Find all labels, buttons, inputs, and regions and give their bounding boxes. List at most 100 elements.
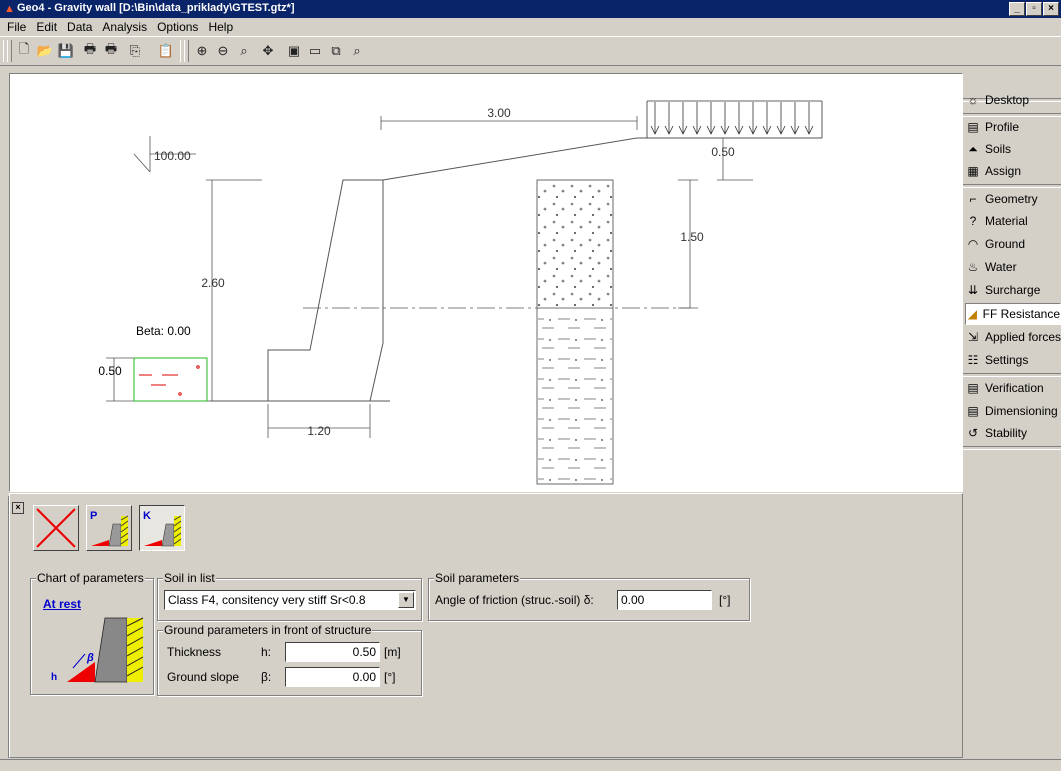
sidebar-item-ground[interactable]: ◠ Ground — [965, 233, 1061, 255]
sidebar-item-verification[interactable]: ▤ Verification — [965, 377, 1061, 399]
menu-options[interactable]: Options — [152, 20, 203, 34]
surcharge-load — [646, 100, 823, 138]
svg-text:P: P — [90, 510, 97, 522]
sidebar-item-water[interactable]: ♨ Water — [965, 256, 1061, 278]
menu-bar: File Edit Data Analysis Options Help — [0, 18, 1061, 36]
sidebar-item-material[interactable]: ? Material — [965, 210, 1061, 232]
close-button[interactable]: × — [1043, 2, 1059, 16]
sidebar-item-assign[interactable]: ▦ Assign — [965, 160, 1061, 182]
geometry-icon: ⌐ — [969, 192, 977, 206]
at-rest-pressure-button[interactable]: K — [139, 505, 185, 551]
assign-icon: ▦ — [967, 164, 979, 178]
soil-parameters-group: Soil parameters Angle of friction (struc… — [428, 571, 750, 621]
toolbar-grip[interactable] — [184, 40, 189, 62]
ground-icon: ◠ — [967, 237, 979, 251]
thickness-symbol: h: — [261, 645, 272, 659]
at-rest-chart-diagram: β h — [51, 617, 144, 683]
dim-height-text: 2.60 — [201, 276, 225, 290]
settings-icon: ☷ — [967, 353, 979, 367]
zoom-in-icon[interactable]: ⊕ — [192, 41, 212, 61]
at-rest-link[interactable]: At rest — [43, 597, 81, 611]
water-icon: ♨ — [967, 260, 979, 274]
fit-icon[interactable]: ▣ — [284, 41, 304, 61]
print-icon[interactable]: 🖶 — [80, 41, 100, 61]
svg-text:h: h — [51, 672, 57, 683]
sidebar-item-stability[interactable]: ↺ Stability — [965, 422, 1061, 444]
dim-base-width-text: 1.20 — [307, 424, 331, 438]
sidebar-item-geometry[interactable]: ⌐ Geometry — [965, 188, 1061, 210]
surcharge-icon: ⇊ — [967, 283, 979, 297]
new-icon[interactable]: 🗋 — [14, 41, 34, 61]
sidebar-item-settings[interactable]: ☷ Settings — [965, 349, 1061, 371]
soil-parameters-title: Soil parameters — [434, 571, 521, 585]
elevation-text: 100.00 — [154, 149, 191, 163]
zoom-out-icon[interactable]: ⊖ — [213, 41, 233, 61]
ground-parameters-group: Ground parameters in front of structure … — [157, 623, 422, 696]
zoom-region-icon[interactable]: ▭ — [305, 41, 325, 61]
open-icon[interactable]: 📂 — [35, 41, 55, 61]
pan-icon[interactable]: ✥ — [258, 41, 278, 61]
ground-slope-label: Ground slope — [167, 670, 240, 684]
toolbar: 🗋 📂 💾 🖶 🖶 ⎘ 📋 ⊕ ⊖ ⌕ ✥ ▣ ▭ ⧉ ⌕ — [0, 36, 1061, 66]
desktop-icon: ☼ — [967, 93, 979, 107]
sidebar-item-desktop[interactable]: ☼ Desktop — [965, 89, 1061, 111]
wall-outline — [210, 137, 822, 402]
sidebar-item-surcharge[interactable]: ⇊ Surcharge — [965, 279, 1061, 301]
sidebar-item-soils[interactable]: ⏶ Soils — [965, 138, 1061, 160]
soil-in-list-group: Soil in list Class F4, consitency very s… — [157, 571, 422, 621]
chart-of-parameters-group: Chart of parameters At rest β h — [30, 571, 154, 695]
dim-top-text: 3.00 — [487, 106, 511, 120]
chevron-down-icon[interactable]: ▼ — [398, 592, 414, 608]
svg-text:K: K — [143, 510, 151, 522]
ground-slope-input[interactable]: 0.00 — [285, 667, 380, 687]
app-icon: ▲ — [4, 3, 15, 15]
zoom-previous-icon[interactable]: ⧉ — [326, 41, 346, 61]
thickness-input[interactable]: 0.50 — [285, 642, 380, 662]
wall-drawing: 3.00 0.50 100.00 2.60 1.50 Beta: 0.00 0.… — [98, 100, 823, 485]
sidebar-item-dimensioning[interactable]: ▤ Dimensioning — [965, 400, 1061, 422]
dim-front-thickness-text: 0.50 — [98, 364, 122, 378]
drawing-canvas[interactable]: 3.00 0.50 100.00 2.60 1.50 Beta: 0.00 0.… — [9, 73, 963, 492]
profile-icon: ▤ — [967, 120, 979, 134]
passive-pressure-icon: P — [90, 510, 129, 547]
at-rest-pressure-icon: K — [143, 510, 182, 547]
zoom-window-icon[interactable]: ⌕ — [234, 41, 254, 61]
sidebar: ☼ Desktop ▤ Profile ⏶ Soils ▦ Assign ⌐ Geomet… — [963, 93, 1061, 760]
thickness-label: Thickness — [167, 645, 222, 659]
passive-pressure-button[interactable]: P — [86, 505, 132, 551]
angle-of-friction-unit: [°] — [719, 593, 731, 607]
zoom-next-icon[interactable]: ⌕ — [347, 41, 367, 61]
sidebar-item-profile[interactable]: ▤ Profile — [965, 116, 1061, 138]
copy-dropdown-icon[interactable]: ⎘ — [125, 41, 145, 61]
ground-slope-unit: [°] — [384, 670, 396, 684]
soil-select[interactable]: Class F4, consitency very stiff Sr<0.8 ▼ — [164, 590, 416, 610]
ground-parameters-title: Ground parameters in front of structure — [163, 623, 373, 637]
no-resistance-button[interactable] — [33, 505, 79, 551]
angle-of-friction-input[interactable]: 0.00 — [617, 590, 712, 610]
soil-layer-sand — [538, 181, 612, 308]
menu-file[interactable]: File — [2, 20, 31, 34]
menu-help[interactable]: Help — [203, 20, 238, 34]
stability-icon: ↺ — [967, 426, 979, 440]
minimize-button[interactable]: _ — [1009, 2, 1025, 16]
paste-icon[interactable]: 📋 — [156, 41, 176, 61]
panel-dock-bar[interactable] — [0, 496, 9, 758]
sidebar-item-applied-forces[interactable]: ⇲ Applied forces — [965, 326, 1061, 348]
ground-slope-symbol: β: — [261, 670, 272, 684]
maximize-button[interactable]: ▫ — [1026, 2, 1042, 16]
svg-text:β: β — [86, 652, 94, 664]
toolbar-grip[interactable] — [7, 40, 12, 62]
dim-right-height-text: 1.50 — [680, 230, 704, 244]
window-title: Geo4 - Gravity wall [D:\Bin\data_priklad… — [17, 2, 295, 14]
menu-edit[interactable]: Edit — [31, 20, 62, 34]
title-bar: ▲ Geo4 - Gravity wall [D:\Bin\data_prikl… — [0, 0, 1061, 18]
menu-data[interactable]: Data — [62, 20, 97, 34]
front-resistance-box — [133, 357, 208, 402]
save-icon[interactable]: 💾 — [56, 41, 76, 61]
no-resistance-icon — [36, 508, 76, 548]
applied-forces-icon: ⇲ — [967, 330, 978, 344]
sidebar-item-ff-resistance[interactable]: ◢ FF Resistance — [965, 303, 1061, 325]
menu-analysis[interactable]: Analysis — [97, 20, 152, 34]
dimensioning-icon: ▤ — [967, 404, 979, 418]
print-preview-icon[interactable]: 🖶 — [101, 41, 121, 61]
